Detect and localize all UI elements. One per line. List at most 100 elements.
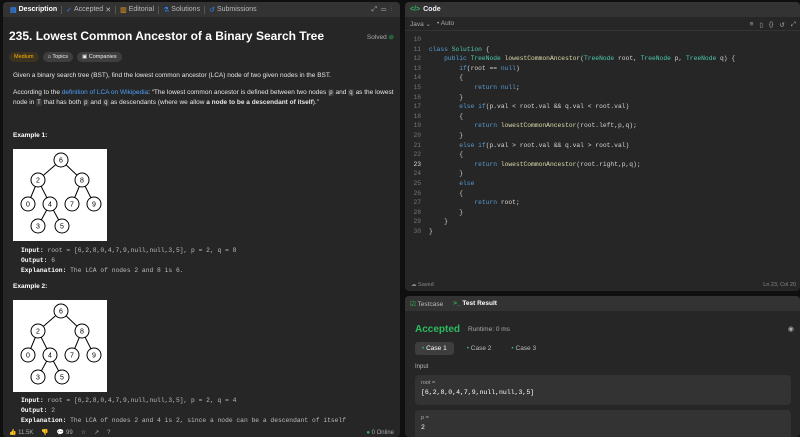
- close-icon[interactable]: ✕: [105, 6, 111, 14]
- dislike-icon[interactable]: 👎: [41, 429, 48, 436]
- line-text: else if(p.val < root.val && q.val < root…: [459, 103, 630, 111]
- line-number: 16: [413, 93, 421, 101]
- line-number: 14: [413, 74, 421, 82]
- line-text: {: [429, 189, 464, 197]
- svg-text:9: 9: [92, 202, 96, 209]
- tab-description[interactable]: ▤ Description: [6, 2, 61, 17]
- line-text: public TreeNode lowestCommonAncestor(Tre…: [444, 55, 736, 63]
- code-line[interactable]: 30}: [405, 227, 800, 237]
- line-number: 27: [413, 199, 421, 207]
- problem-definition: According to the definition of LCA on Wi…: [13, 89, 394, 106]
- result-status: Accepted: [415, 324, 461, 335]
- code-panel: </> Code Java ⌄ • Auto ≡ ▯ {} ↺ ⤢ 10 11 class S…: [405, 2, 800, 291]
- format-icon[interactable]: ≡: [750, 21, 754, 29]
- code-toolbar: Java ⌄ • Auto: [405, 17, 800, 31]
- line-number: 13: [413, 64, 421, 72]
- companies-button[interactable]: ▣ Companies: [77, 52, 122, 62]
- line-number: 22: [413, 151, 421, 159]
- code-line[interactable]: 27 return root;: [405, 198, 800, 208]
- code-line[interactable]: 18 {: [405, 112, 800, 122]
- line-number: 12: [413, 55, 421, 63]
- language-select[interactable]: Java ⌄: [410, 20, 431, 28]
- code-line[interactable]: 17 else if(p.val < root.val && q.val < r…: [405, 102, 800, 112]
- tab-test-result[interactable]: >_ Test Result: [453, 300, 497, 307]
- window-controls[interactable]: ⤢ ▭ ⋮: [372, 6, 392, 14]
- svg-text:8: 8: [80, 178, 84, 185]
- wikipedia-link[interactable]: definition of LCA on Wikipedia: [62, 89, 148, 96]
- check-circle-icon: ⊘: [388, 34, 394, 41]
- expand-icon[interactable]: ⤢: [791, 21, 796, 29]
- line-text: }: [429, 170, 464, 178]
- case-1-tab[interactable]: • Case 1: [415, 342, 454, 355]
- bookmark-icon[interactable]: ▯: [759, 21, 763, 29]
- line-text: if(root == null): [459, 64, 520, 72]
- code-line[interactable]: 22 {: [405, 150, 800, 160]
- tab-accepted[interactable]: ✓ Accepted ✕: [62, 2, 115, 17]
- checkbox-icon: ☑: [410, 300, 416, 308]
- code-line[interactable]: 23 return lowestCommonAncestor(root.righ…: [405, 160, 800, 170]
- code-line[interactable]: 21 else if(p.val > root.val && q.val > r…: [405, 141, 800, 151]
- reset-icon[interactable]: ↺: [779, 21, 784, 29]
- code-line[interactable]: 24 }: [405, 169, 800, 179]
- p-value-box: p = 2: [415, 410, 791, 437]
- svg-text:6: 6: [59, 158, 63, 165]
- code-line[interactable]: 12 public TreeNode lowestCommonAncestor(…: [405, 54, 800, 64]
- line-number: 18: [413, 112, 421, 120]
- code-line[interactable]: 14 {: [405, 73, 800, 83]
- svg-text:7: 7: [70, 353, 74, 360]
- problem-statement: Given a binary search tree (BST), find t…: [13, 72, 331, 79]
- code-line[interactable]: 10: [405, 35, 800, 45]
- online-count: ● 0 Online: [366, 429, 394, 436]
- star-icon[interactable]: ☆: [81, 429, 86, 436]
- code-line[interactable]: 25 else: [405, 179, 800, 189]
- runtime: Runtime: 0 ms: [468, 326, 510, 333]
- input-label: Input: [415, 364, 429, 370]
- book-icon: ▥: [120, 6, 127, 14]
- line-text: return lowestCommonAncestor(root.left,p,…: [474, 122, 637, 130]
- code-line[interactable]: 28 }: [405, 208, 800, 218]
- difficulty-badge[interactable]: Medium: [9, 52, 39, 62]
- example-2-title: Example 2:: [13, 283, 48, 290]
- example-2-io: Input: root = [6,2,8,0,4,7,9,null,null,3…: [21, 397, 346, 424]
- like-button[interactable]: 👍 11.5K: [9, 429, 33, 436]
- help-icon[interactable]: ?: [107, 430, 110, 436]
- tab-submissions[interactable]: ↺ Submissions: [205, 2, 261, 17]
- line-text: return null;: [474, 83, 520, 91]
- code-line[interactable]: 15 return null;: [405, 83, 800, 93]
- code-line[interactable]: 11 class Solution {: [405, 45, 800, 55]
- root-value-box: root = [6,2,8,0,4,7,9,null,null,3,5]: [415, 375, 791, 405]
- share-icon[interactable]: ↗: [94, 429, 99, 436]
- svg-text:4: 4: [48, 353, 52, 360]
- code-header: </> Code: [405, 2, 800, 17]
- line-text: else: [459, 179, 475, 187]
- code-editor[interactable]: 10 11 class Solution {12 public TreeNode l…: [405, 35, 800, 236]
- code-line[interactable]: 13 if(root == null): [405, 64, 800, 74]
- case-3-tab[interactable]: • Case 3: [504, 342, 543, 355]
- code-line[interactable]: 20 }: [405, 131, 800, 141]
- case-2-tab[interactable]: • Case 2: [460, 342, 499, 355]
- topics-button[interactable]: ⌂ Topics: [42, 52, 74, 62]
- code-line[interactable]: 26 {: [405, 189, 800, 199]
- eye-icon[interactable]: ◉: [788, 325, 794, 333]
- svg-text:4: 4: [48, 202, 52, 209]
- code-icon: </>: [410, 6, 421, 13]
- code-line[interactable]: 19 return lowestCommonAncestor(root.left…: [405, 121, 800, 131]
- line-text: }: [429, 131, 464, 139]
- braces-icon[interactable]: {}: [769, 21, 773, 29]
- comments-button[interactable]: 💬 99: [57, 429, 73, 436]
- tab-testcase[interactable]: ☑ Testcase: [410, 300, 443, 308]
- tab-solutions[interactable]: ⚗ Solutions: [159, 2, 204, 17]
- line-number: 29: [413, 218, 421, 226]
- svg-text:9: 9: [92, 353, 96, 360]
- code-line[interactable]: 29 }: [405, 217, 800, 227]
- svg-text:7: 7: [70, 202, 74, 209]
- autocomplete-toggle[interactable]: • Auto: [437, 20, 454, 27]
- svg-text:3: 3: [36, 224, 40, 231]
- code-line[interactable]: 16 }: [405, 93, 800, 103]
- line-text: class Solution {: [429, 45, 490, 53]
- svg-text:2: 2: [36, 178, 40, 185]
- svg-text:0: 0: [26, 353, 30, 360]
- line-number: 26: [413, 189, 421, 197]
- tab-editorial[interactable]: ▥ Editorial: [116, 2, 158, 17]
- line-number: 23: [413, 160, 421, 168]
